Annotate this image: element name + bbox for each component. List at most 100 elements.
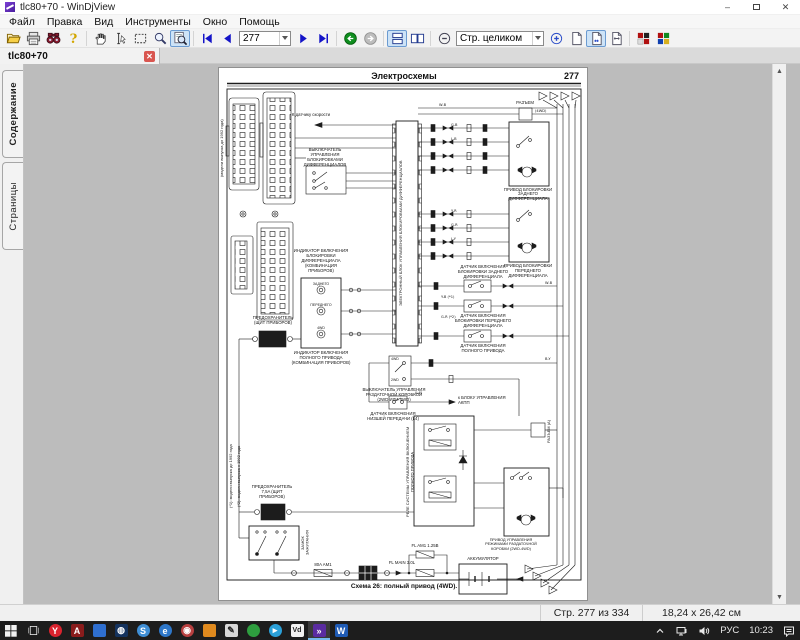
- sidebar-tab-pages[interactable]: Страницы: [2, 162, 23, 250]
- scroll-up-icon[interactable]: ▲: [773, 64, 786, 78]
- fit-width-button[interactable]: [606, 30, 626, 47]
- taskbar-blue-document-button[interactable]: [88, 621, 110, 640]
- minimize-button[interactable]: –: [713, 0, 742, 15]
- toolbar-separator: [430, 31, 431, 46]
- content-area: СодержаниеСтраницы Электросхемы 277: [0, 64, 800, 604]
- taskbar-green-sphere-button[interactable]: [242, 621, 264, 640]
- taskbar-skype-button[interactable]: S: [132, 621, 154, 640]
- taskbar-vd-player-button[interactable]: Vd: [286, 621, 308, 640]
- language-indicator[interactable]: РУС: [715, 621, 744, 640]
- taskbar-word-button[interactable]: W: [330, 621, 352, 640]
- actual-size-icon: [569, 31, 584, 46]
- hand-pan-button[interactable]: [90, 30, 110, 47]
- prev-page-icon: [220, 31, 235, 46]
- magnifier-icon: [173, 31, 188, 46]
- menu-item-5[interactable]: Помощь: [233, 16, 286, 28]
- chevron-up-icon: [654, 625, 666, 637]
- action-center-button[interactable]: [778, 621, 800, 640]
- green-sphere-icon: [247, 624, 260, 637]
- taskbar-globe-button[interactable]: ◍: [110, 621, 132, 640]
- menu-item-1[interactable]: Правка: [41, 16, 88, 28]
- color-grid-1-button[interactable]: [633, 30, 653, 47]
- maximize-icon: [753, 4, 760, 10]
- prev-page-button[interactable]: [217, 30, 237, 47]
- label-conn-note: (модели выпуска до 1992 года): [220, 108, 227, 188]
- first-page-button[interactable]: [197, 30, 217, 47]
- label-fl-am1: FL AM1 1.25B: [408, 544, 442, 549]
- scroll-down-icon[interactable]: ▼: [773, 590, 786, 604]
- forward-button[interactable]: [360, 30, 380, 47]
- chevron-down-icon[interactable]: [532, 32, 543, 45]
- sidebar-tab-contents[interactable]: Содержание: [2, 70, 23, 158]
- layout-facing-button[interactable]: [407, 30, 427, 47]
- label-speed-sensor: К датчику скорости: [289, 113, 333, 118]
- blue-document-icon: [93, 624, 106, 637]
- magnifier-button[interactable]: [170, 30, 190, 47]
- label-to-at-ecu: к БЛОКУ УПРАВЛЕНИЯ АКПП: [458, 396, 510, 406]
- printer-button[interactable]: [23, 30, 43, 47]
- actual-size-button[interactable]: [566, 30, 586, 47]
- taskbar-pdf-reader-button[interactable]: A: [66, 621, 88, 640]
- clock[interactable]: 10:23: [744, 621, 778, 640]
- help-icon: ?: [66, 31, 81, 46]
- svg-text:Y-B (*1): Y-B (*1): [441, 295, 455, 299]
- svg-text:W-B: W-B: [439, 103, 447, 107]
- notification-icon: [783, 625, 795, 637]
- windjview-icon: »: [313, 624, 326, 637]
- zoom-out-button[interactable]: [434, 30, 454, 47]
- color-grid-2-button[interactable]: [653, 30, 673, 47]
- label-diff-switch: ВЫКЛЮЧАТЕЛЬ УПРАВЛЕНИЯ БЛОКИРОВКАМИ ДИФФ…: [297, 148, 353, 168]
- start-button[interactable]: [0, 621, 22, 640]
- vertical-scrollbar[interactable]: ▲ ▼: [772, 64, 786, 604]
- label-fuse1: ПРЕДОХРАНИТЕЛЬ (ЩИТ ПРИБОРОВ): [252, 316, 294, 326]
- label-front-sensor: ДАТЧИК ВКЛЮЧЕНИЯ БЛОКИРОВКИ ПЕРЕДНЕГО ДИ…: [449, 314, 517, 329]
- maximize-button[interactable]: [742, 0, 771, 15]
- page-number-combo[interactable]: 277: [239, 31, 291, 46]
- skype-icon: S: [137, 624, 150, 637]
- hand-pan-icon: [93, 31, 108, 46]
- document-tab[interactable]: tlc80+70 ✕: [0, 48, 160, 64]
- taskbar-telegram-button[interactable]: ▸: [264, 621, 286, 640]
- menu-item-4[interactable]: Окно: [197, 16, 233, 28]
- taskbar-editor-button[interactable]: ✎: [220, 621, 242, 640]
- help-button[interactable]: ?: [63, 30, 83, 47]
- taskbar-internet-explorer-button[interactable]: e: [154, 621, 176, 640]
- back-button[interactable]: [340, 30, 360, 47]
- network-tray-icon[interactable]: [671, 621, 693, 640]
- taskbar-yandex-browser-button[interactable]: Y: [44, 621, 66, 640]
- label-fuse-80a: 80A AM1: [308, 563, 338, 568]
- zoom-tool-button[interactable]: [150, 30, 170, 47]
- menu-item-2[interactable]: Вид: [88, 16, 119, 28]
- network-icon: [676, 625, 688, 637]
- layout-continuous-button[interactable]: [387, 30, 407, 47]
- fit-page-button[interactable]: [586, 30, 606, 47]
- volume-tray-icon[interactable]: [693, 621, 715, 640]
- area-select-button[interactable]: [130, 30, 150, 47]
- taskbar-windjview-button[interactable]: »: [308, 621, 330, 640]
- fit-width-icon: [609, 31, 624, 46]
- binoculars-search-button[interactable]: [43, 30, 63, 47]
- next-page-button[interactable]: [293, 30, 313, 47]
- taskbar-orange-utility-button[interactable]: [198, 621, 220, 640]
- tab-close-icon[interactable]: ✕: [144, 51, 155, 62]
- close-button[interactable]: ✕: [771, 0, 800, 15]
- taskbar-task-view-button[interactable]: [22, 621, 44, 640]
- status-bar: Стр. 277 из 334 18,24 x 26,42 см: [0, 604, 800, 621]
- window-title: tlc80+70 - WinDjView: [20, 2, 115, 13]
- layout-continuous-icon: [390, 31, 405, 46]
- chevron-down-icon[interactable]: [279, 32, 290, 45]
- menu-item-0[interactable]: Файл: [3, 16, 41, 28]
- zoom-in-button[interactable]: [546, 30, 566, 47]
- taskbar-media-player-button[interactable]: ◉: [176, 621, 198, 640]
- hidden-icons-chevron[interactable]: [649, 621, 671, 640]
- menu-item-3[interactable]: Инструменты: [119, 16, 196, 28]
- color-grid-2-icon: [656, 31, 671, 46]
- open-folder-button[interactable]: [3, 30, 23, 47]
- internet-explorer-icon: e: [159, 624, 172, 637]
- telegram-icon: ▸: [269, 624, 282, 637]
- text-select-button[interactable]: [110, 30, 130, 47]
- last-page-button[interactable]: [313, 30, 333, 47]
- printer-icon: [26, 31, 41, 46]
- zoom-out-icon: [437, 31, 452, 46]
- zoom-level-combo[interactable]: Стр. целиком: [456, 31, 544, 46]
